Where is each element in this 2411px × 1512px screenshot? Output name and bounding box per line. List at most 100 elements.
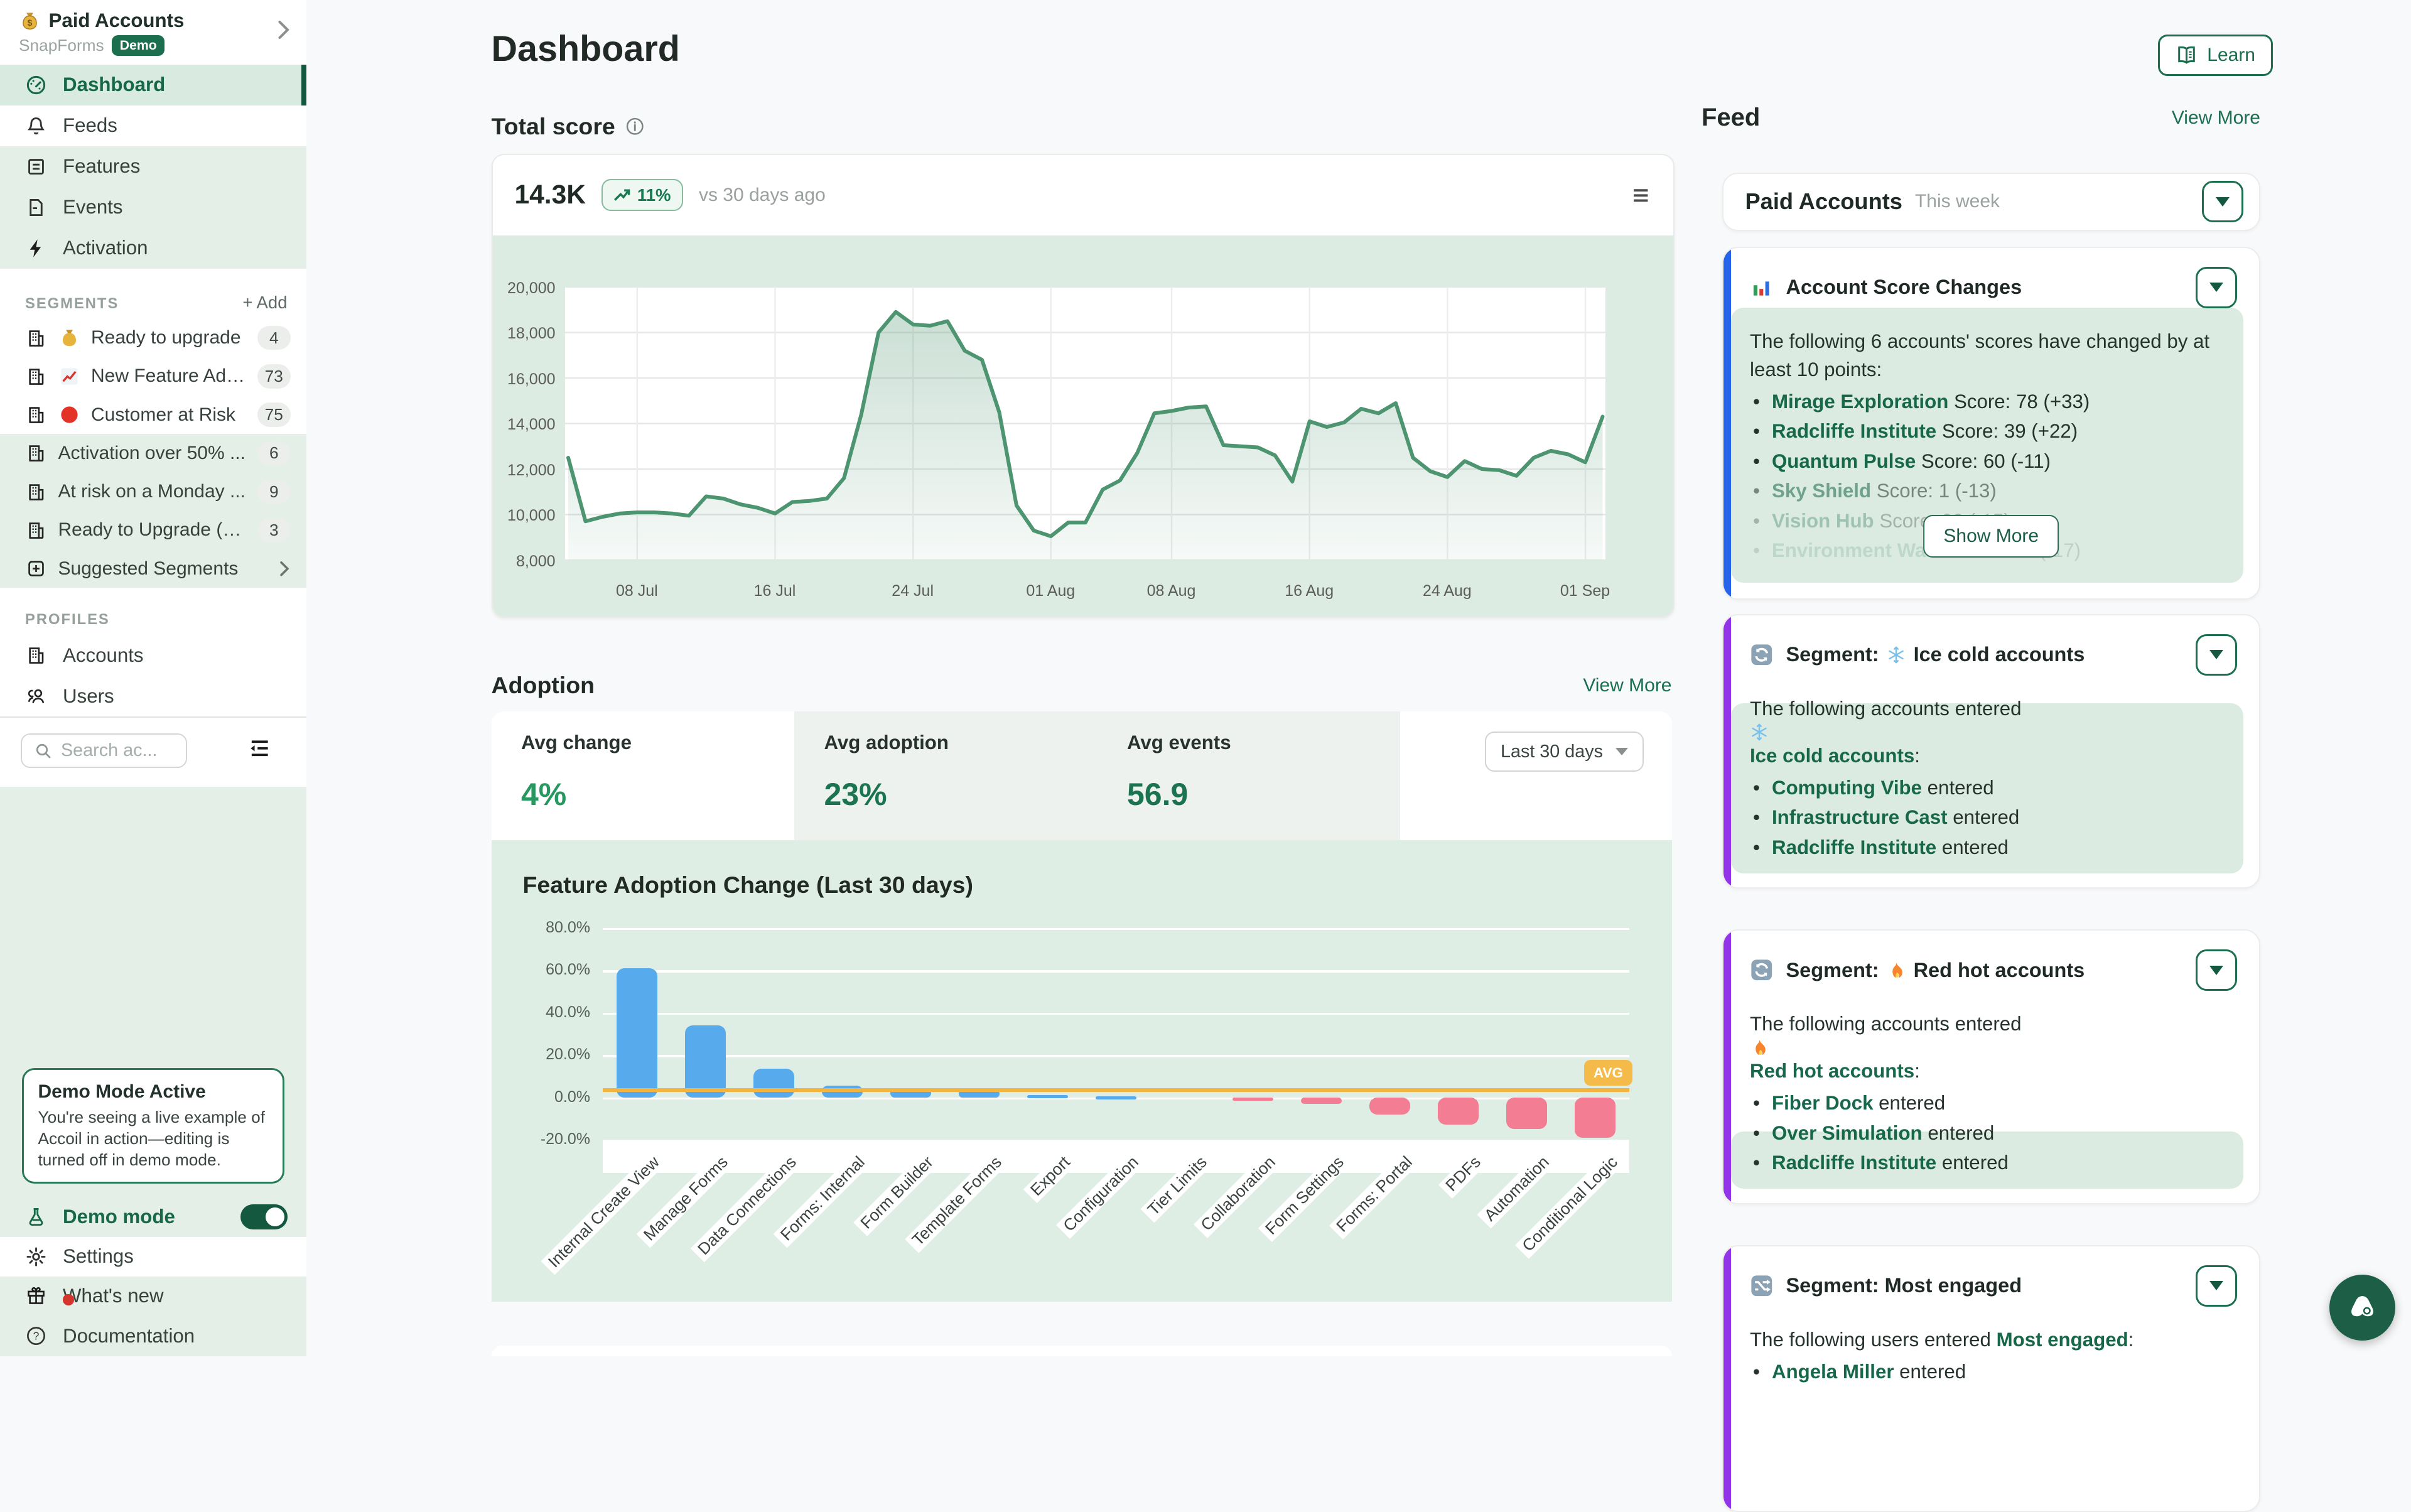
sidebar-item-label: Settings [63, 1245, 134, 1268]
search-input[interactable]: Search ac... [21, 733, 187, 768]
account-link[interactable]: Infrastructure Cast [1772, 806, 1948, 828]
search-placeholder: Search ac... [61, 740, 157, 761]
segment-new-feature-adoption[interactable]: New Feature Ado... 73 [0, 357, 306, 396]
segment-ready-to-upgrade-e[interactable]: Ready to Upgrade (E... 3 [0, 511, 306, 549]
feed-card-collapse-button[interactable] [2196, 267, 2237, 308]
feed-card-collapse-button[interactable] [2196, 1265, 2237, 1307]
money-bag-icon [58, 327, 80, 349]
total-score-value: 14.3K [515, 180, 586, 210]
feed-list-item: Infrastructure Cast entered [1750, 802, 2237, 833]
account-link[interactable]: Sky Shield [1772, 480, 1871, 502]
feed-list-item: Radcliffe Institute entered [1750, 833, 2237, 863]
sidebar-item-whats-new[interactable]: What's new [0, 1277, 306, 1316]
compare-text: vs 30 days ago [699, 185, 826, 206]
feed-list-item: Over Simulation entered [1750, 1118, 2237, 1148]
demo-mode-row[interactable]: Demo mode [0, 1196, 306, 1237]
y-axis-tick: 10,000 [499, 507, 556, 525]
account-link[interactable]: Over Simulation [1772, 1122, 1923, 1144]
bar-negative [1575, 1098, 1615, 1138]
snowflake-icon [1887, 645, 1906, 664]
feed-group-collapse-button[interactable] [2202, 181, 2243, 222]
account-link[interactable]: Angela Miller [1772, 1361, 1894, 1383]
feed-card-collapse-button[interactable] [2196, 949, 2237, 991]
demo-mode-toggle[interactable] [240, 1204, 288, 1229]
account-link[interactable]: Computing Vibe [1772, 777, 1922, 799]
account-link[interactable]: Mirage Exploration [1772, 391, 1948, 413]
feed-card-title: Segment:Ice cold accounts [1786, 643, 2085, 666]
show-more-button[interactable]: Show More [1923, 515, 2059, 558]
sidebar-item-events[interactable]: Events [0, 187, 306, 228]
bar-negative [1301, 1098, 1342, 1104]
sidebar-item-settings[interactable]: Settings [0, 1237, 306, 1277]
building-icon [25, 404, 47, 426]
red-circle-icon [58, 404, 80, 426]
segment-at-risk-monday[interactable]: At risk on a Monday ... 9 [0, 473, 306, 511]
sidebar-item-users[interactable]: Users [0, 676, 306, 716]
sidebar-item-activation[interactable]: Activation [0, 228, 306, 269]
building-icon [25, 481, 47, 503]
account-link[interactable]: Radcliffe Institute [1772, 1152, 1936, 1174]
x-axis-tick: 16 Jul [754, 582, 796, 600]
building-icon [25, 519, 47, 541]
workspace-switcher[interactable]: $ Paid Accounts SnapForms Demo [0, 0, 306, 65]
demo-mode-label: Demo mode [63, 1206, 175, 1228]
feed-card-most-engaged: Segment: Most engaged The following user… [1722, 1245, 2261, 1512]
range-selector-dropdown[interactable]: Last 30 days [1485, 732, 1643, 772]
account-link[interactable]: Fiber Dock [1772, 1092, 1874, 1114]
chart-menu-icon[interactable] [1631, 185, 1651, 206]
account-link[interactable]: Vision Hub [1772, 510, 1874, 532]
segment-label: New Feature Ado... [91, 365, 247, 387]
segment-count: 9 [257, 480, 291, 504]
feed-list-item: Computing Vibe entered [1750, 773, 2237, 803]
sidebar-item-label: Activation [63, 237, 148, 259]
sidebar-item-features[interactable]: Features [0, 146, 306, 187]
dashboard-icon [25, 74, 47, 96]
segment-customer-at-risk[interactable]: Customer at Risk 75 [0, 396, 306, 434]
sidebar-item-feeds[interactable]: Feeds [0, 105, 306, 146]
building-icon [25, 365, 47, 387]
add-segment-button[interactable]: + Add [242, 293, 287, 313]
trend-up-icon [613, 187, 631, 203]
demo-badge: Demo [112, 35, 165, 56]
account-link[interactable]: Environment Ware [1772, 539, 1944, 561]
account-link[interactable]: Radcliffe Institute [1772, 836, 1936, 858]
accoil-chat-button[interactable] [2329, 1275, 2395, 1341]
feed-card-title: Segment: Most engaged [1786, 1274, 2038, 1297]
info-icon[interactable] [625, 116, 645, 137]
feed-card-collapse-button[interactable] [2196, 634, 2237, 676]
account-link[interactable]: Radcliffe Institute [1772, 420, 1936, 442]
y-axis-tick: 18,000 [499, 325, 556, 343]
feed-card-account-score-changes: Account Score Changes The following 6 ac… [1722, 247, 2261, 600]
adoption-view-more-link[interactable]: View More [1583, 675, 1671, 696]
accoil-logo-icon [2345, 1290, 2380, 1325]
segment-activation-over-50[interactable]: Activation over 50% ... 6 [0, 434, 306, 472]
sidebar-item-dashboard[interactable]: Dashboard [0, 65, 306, 105]
gift-icon [25, 1285, 47, 1307]
suggested-segments[interactable]: Suggested Segments [0, 549, 306, 588]
feed-list-item: Radcliffe Institute entered [1750, 1148, 2237, 1178]
feed-list-item: Angela Miller entered [1750, 1357, 2237, 1387]
segment-ready-to-upgrade[interactable]: Ready to upgrade 4 [0, 319, 306, 357]
account-link[interactable]: Quantum Pulse [1772, 450, 1916, 472]
sidebar-item-label: Documentation [63, 1325, 195, 1347]
sidebar-item-accounts[interactable]: Accounts [0, 635, 306, 676]
feed-group-card: Paid Accounts This week [1722, 173, 2261, 231]
sidebar-item-documentation[interactable]: ? Documentation [0, 1315, 306, 1356]
total-score-plot [565, 287, 1606, 560]
building-icon [25, 644, 47, 666]
fire-icon [1887, 961, 1906, 980]
page-title: Dashboard [492, 28, 680, 70]
feed-card-intro: The following users entered Most engaged… [1750, 1326, 2237, 1354]
segment-count: 6 [257, 441, 291, 466]
stat-avg-events: Avg events 56.9 [1098, 711, 1401, 840]
chevron-right-icon[interactable] [275, 19, 291, 41]
collapse-sidebar-icon[interactable] [248, 737, 272, 760]
users-icon [25, 685, 47, 707]
feed-view-more-link[interactable]: View More [2172, 107, 2260, 129]
adoption-stats: Avg change 4% Avg adoption 23% Avg event… [492, 711, 1672, 840]
feed-card-title: Account Score Changes [1786, 276, 2038, 299]
x-axis-tick: 24 Aug [1423, 582, 1472, 600]
total-score-chart: 20,00018,00016,00014,00012,00010,0008,00… [493, 235, 1673, 617]
y-axis-tick: 14,000 [499, 416, 556, 434]
segment-count: 4 [257, 326, 291, 350]
